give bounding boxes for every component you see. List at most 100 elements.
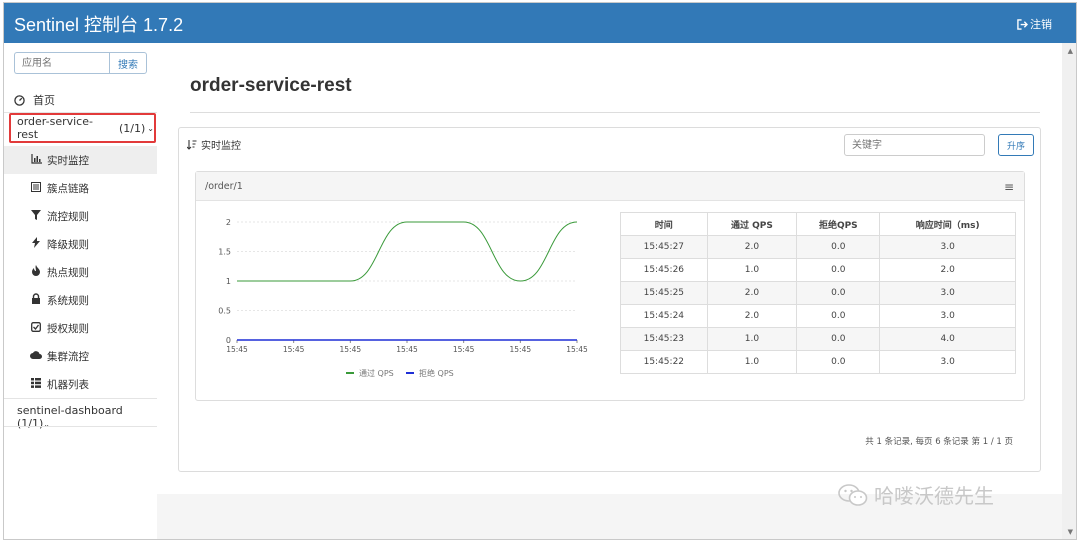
- table-cell: 2.0: [879, 258, 1016, 282]
- table-row: 15:45:25 2.0 0.0 3.0: [620, 281, 1016, 305]
- table-cell: 2.0: [706, 281, 798, 305]
- legend-label: 拒绝 QPS: [419, 368, 454, 378]
- sidebar-item-cluster-flow[interactable]: 集群流控: [4, 342, 157, 370]
- chevron-down-icon: ⌄: [43, 420, 50, 429]
- table-cell: 1.0: [706, 258, 798, 282]
- vertical-scrollbar[interactable]: [1062, 43, 1076, 539]
- table-cell: 2.0: [706, 235, 798, 259]
- panel-title-label: 实时监控: [201, 141, 241, 152]
- table-cell: 15:45:24: [620, 304, 708, 328]
- watermark: 哈喽沃德先生: [838, 480, 994, 509]
- menu-label: 簇点链路: [47, 182, 89, 195]
- table-cell: 0.0: [796, 350, 881, 374]
- sign-out-icon: [1017, 18, 1028, 30]
- browser-frame: Sentinel 控制台 1.7.2 注销 搜索 首页 order-servic…: [3, 2, 1077, 540]
- divider: [4, 398, 157, 399]
- table-cell: 15:45:23: [620, 327, 708, 351]
- metrics-table: 时间 通过 QPS 拒绝QPS 响应时间（ms) 15:45:27 2.0 0.0 3…: [620, 212, 1016, 374]
- table-cell: 15:45:22: [620, 350, 708, 374]
- table-cell: 3.0: [879, 304, 1016, 328]
- app-machine-count: (1/1): [17, 417, 44, 430]
- table-row: 15:45:26 1.0 0.0 2.0: [620, 258, 1016, 282]
- column-header-pass-qps: 通过 QPS: [706, 212, 798, 236]
- sidebar-item-cluster-link[interactable]: 簇点链路: [4, 174, 157, 202]
- legend-label: 通过 QPS: [359, 368, 394, 378]
- menu-label: 系统规则: [47, 294, 89, 307]
- menu-label: 授权规则: [47, 322, 89, 335]
- sort-amount-icon: [187, 139, 197, 150]
- table-cell: 0.0: [796, 235, 881, 259]
- sidebar-item-system-rules[interactable]: 系统规则: [4, 286, 157, 314]
- table-cell: 15:45:25: [620, 281, 708, 305]
- page-title: order-service-rest: [190, 75, 352, 96]
- brand-title[interactable]: Sentinel 控制台 1.7.2: [14, 11, 183, 37]
- column-header-time: 时间: [620, 212, 708, 236]
- table-row: 15:45:24 2.0 0.0 3.0: [620, 304, 1016, 328]
- table-cell: 3.0: [879, 235, 1016, 259]
- table-cell: 3.0: [879, 350, 1016, 374]
- bolt-icon: [30, 237, 42, 251]
- menu-label: 实时监控: [47, 154, 89, 167]
- keyword-input[interactable]: [844, 134, 985, 156]
- divider: [4, 426, 157, 427]
- table-cell: 1.0: [706, 327, 798, 351]
- menu-label: 机器列表: [47, 378, 89, 391]
- column-header-block-qps: 拒绝QPS: [796, 212, 881, 236]
- app-search-input[interactable]: [14, 52, 109, 74]
- table-cell: 1.0: [706, 350, 798, 374]
- app-menu: 实时监控 簇点链路 流控规则 降级规则 热点规则 系统规则 授权规则 集群流控 …: [4, 146, 157, 398]
- list-icon: [30, 181, 42, 195]
- realtime-monitor-panel: 实时监控 升序 /order/1 ≡ 0 0.5 1 1.5 2 15:45 15:45 15…: [178, 127, 1041, 472]
- sidebar-item-home[interactable]: 首页: [14, 92, 55, 108]
- table-cell: 3.0: [879, 281, 1016, 305]
- top-navbar: Sentinel 控制台 1.7.2 注销: [4, 3, 1076, 43]
- x-tick-label: 15:45: [396, 345, 418, 354]
- sidebar-item-auth-rules[interactable]: 授权规则: [4, 314, 157, 342]
- x-tick-label: 15:45: [283, 345, 305, 354]
- app-name: sentinel-dashboard: [17, 404, 123, 417]
- x-tick-label: 15:45: [226, 345, 248, 354]
- scroll-up-arrow-icon[interactable]: ▲: [1068, 47, 1073, 55]
- logout-link[interactable]: 注销: [1017, 16, 1052, 32]
- divider: [190, 112, 1040, 113]
- sidebar-item-hotspot-rules[interactable]: 热点规则: [4, 258, 157, 286]
- sidebar-item-degrade-rules[interactable]: 降级规则: [4, 230, 157, 258]
- sidebar-item-flow-rules[interactable]: 流控规则: [4, 202, 157, 230]
- logout-label: 注销: [1030, 18, 1052, 31]
- y-tick-label: 0: [226, 336, 231, 345]
- menu-icon[interactable]: ≡: [1004, 180, 1014, 194]
- table-cell: 4.0: [879, 327, 1016, 351]
- app-name: order-service-rest: [17, 115, 93, 141]
- table-cell: 0.0: [796, 258, 881, 282]
- resource-name: /order/1: [205, 181, 243, 192]
- table-cell: 15:45:26: [620, 258, 708, 282]
- check-icon: [30, 321, 42, 335]
- chevron-down-icon: ⌄: [147, 123, 154, 133]
- search-button[interactable]: 搜索: [109, 52, 147, 74]
- y-tick-label: 1.5: [218, 248, 231, 257]
- watermark-text: 哈喽沃德先生: [874, 484, 994, 508]
- scroll-down-arrow-icon[interactable]: ▼: [1068, 528, 1073, 536]
- fire-icon: [30, 265, 42, 279]
- panel-title: 实时监控: [187, 137, 241, 152]
- wechat-logo-icon: [838, 483, 868, 506]
- filter-icon: [30, 209, 42, 223]
- pagination-info: 共 1 条记录, 每页 6 条记录 第 1 / 1 页: [865, 437, 1013, 447]
- main-content: order-service-rest 实时监控 升序 /order/1 ≡ 0 0…: [157, 43, 1064, 494]
- resource-card: /order/1 ≡ 0 0.5 1 1.5 2 15:45 15:45 15:45 15:45…: [195, 171, 1025, 401]
- sidebar-item-machine-list[interactable]: 机器列表: [4, 370, 157, 398]
- app-toggle-order-service-rest[interactable]: order-service-rest (1/1) ⌄: [9, 113, 156, 143]
- table-cell: 0.0: [796, 281, 881, 305]
- sidebar-item-realtime-monitor[interactable]: 实时监控: [4, 146, 157, 174]
- app-machine-count: (1/1): [119, 121, 146, 135]
- x-tick-label: 15:45: [510, 345, 532, 354]
- x-tick-label: 15:45: [453, 345, 475, 354]
- table-row: 15:45:22 1.0 0.0 3.0: [620, 350, 1016, 374]
- sort-ascending-button[interactable]: 升序: [998, 134, 1034, 156]
- table-row: 15:45:23 1.0 0.0 4.0: [620, 327, 1016, 351]
- table-cell: 15:45:27: [620, 235, 708, 259]
- sidebar: 搜索 首页 order-service-rest (1/1) ⌄ 实时监控: [4, 43, 157, 539]
- menu-label: 热点规则: [47, 266, 89, 279]
- y-tick-label: 0.5: [218, 307, 231, 316]
- menu-label: 流控规则: [47, 210, 89, 223]
